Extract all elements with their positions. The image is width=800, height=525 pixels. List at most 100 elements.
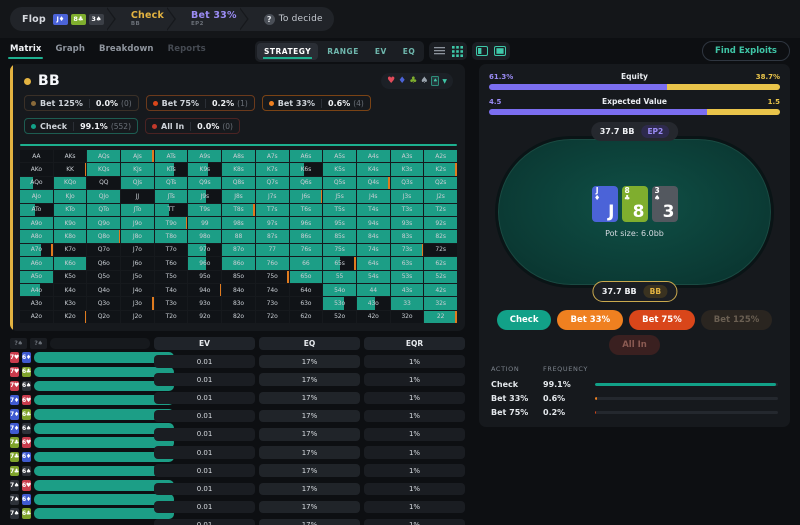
matrix-cell[interactable]: T6o: [154, 257, 188, 270]
matrix-cell[interactable]: AQs: [87, 150, 121, 163]
matrix-cell[interactable]: 75s: [323, 243, 356, 257]
matrix-cell[interactable]: 93o: [188, 297, 222, 310]
matrix-cell[interactable]: 75o: [255, 270, 289, 283]
matrix-cell[interactable]: 54o: [323, 283, 356, 297]
hands-table-row[interactable]: 7♥ 6♣: [10, 365, 174, 378]
find-exploits-button[interactable]: Find Exploits: [702, 41, 790, 61]
matrix-cell[interactable]: K4s: [356, 163, 390, 176]
breadcrumb-street[interactable]: Flop J♦ 8♣ 3♠: [10, 7, 115, 31]
matrix-cell[interactable]: T4s: [356, 203, 390, 216]
matrix-cell[interactable]: 52o: [323, 310, 356, 324]
matrix-cell[interactable]: 64o: [289, 283, 323, 297]
matrix-cell[interactable]: T4o: [154, 283, 188, 297]
matrix-cell[interactable]: AQo: [20, 176, 53, 190]
matrix-cell[interactable]: JTo: [121, 203, 154, 216]
matrix-cell[interactable]: J3o: [121, 297, 154, 310]
matrix-cell[interactable]: 86o: [222, 257, 255, 270]
matrix-cell[interactable]: 42s: [424, 283, 457, 297]
matrix-cell[interactable]: K5s: [323, 163, 356, 176]
matrix-cell[interactable]: 63s: [390, 257, 424, 270]
matrix-cell[interactable]: 83o: [222, 297, 255, 310]
seat-villain[interactable]: 37.7 BB EP2: [590, 122, 679, 141]
tab-breakdown[interactable]: Breakdown: [99, 44, 154, 59]
matrix-cell[interactable]: 95o: [188, 270, 222, 283]
matrix-cell[interactable]: A8s: [222, 150, 255, 163]
matrix-cell[interactable]: 96o: [188, 257, 222, 270]
matrix-cell[interactable]: A6o: [20, 257, 53, 270]
matrix-cell[interactable]: 93s: [390, 216, 424, 230]
matrix-cell[interactable]: 72s: [424, 243, 457, 257]
board-card-2[interactable]: 3 ♠ 3: [651, 186, 678, 222]
matrix-cell[interactable]: T9s: [188, 203, 222, 216]
suit-filter[interactable]: ♥ ♦ ♣ ♠ ♠ ▼: [381, 73, 453, 89]
matrix-cell[interactable]: A2o: [20, 310, 53, 324]
legend-item-bet-33-[interactable]: Bet 33% 0.6% (4): [261, 95, 371, 111]
matrix-cell[interactable]: K7s: [255, 163, 289, 176]
matrix-cell[interactable]: Q5o: [87, 270, 121, 283]
hands-table-row[interactable]: 7♦ 6♣: [10, 408, 174, 421]
matrix-cell[interactable]: 73o: [255, 297, 289, 310]
matrix-cell[interactable]: K5o: [53, 270, 87, 283]
matrix-cell[interactable]: 63o: [289, 297, 323, 310]
hands-table-row[interactable]: 7♣ 6♦: [10, 451, 174, 464]
matrix-cell[interactable]: ATs: [154, 150, 188, 163]
list-view-icon[interactable]: [431, 44, 447, 58]
club-icon[interactable]: ♣: [409, 76, 417, 86]
matrix-cell[interactable]: 84o: [222, 283, 255, 297]
matrix-cell[interactable]: 99: [188, 216, 222, 230]
matrix-cell[interactable]: J7s: [255, 190, 289, 203]
matrix-cell[interactable]: 66: [289, 257, 323, 270]
matrix-cell[interactable]: K9s: [188, 163, 222, 176]
hands-table-row[interactable]: 7♠ 6♥: [10, 479, 174, 492]
matrix-cell[interactable]: J3s: [390, 190, 424, 203]
matrix-cell[interactable]: 73s: [390, 243, 424, 257]
matrix-cell[interactable]: K7o: [53, 243, 87, 257]
matrix-cell[interactable]: K2s: [424, 163, 457, 176]
matrix-cell[interactable]: J5o: [121, 270, 154, 283]
board-card-1[interactable]: 8 ♣ 8: [621, 186, 648, 222]
matrix-cell[interactable]: 22: [424, 310, 457, 324]
matrix-cell[interactable]: T8s: [222, 203, 255, 216]
matrix-cell[interactable]: A9o: [20, 216, 53, 230]
matrix-cell[interactable]: 62o: [289, 310, 323, 324]
matrix-cell[interactable]: A6s: [289, 150, 323, 163]
matrix-cell[interactable]: KJo: [53, 190, 87, 203]
tab-graph[interactable]: Graph: [55, 44, 85, 59]
matrix-cell[interactable]: AKo: [20, 163, 53, 176]
matrix-cell[interactable]: J7o: [121, 243, 154, 257]
matrix-cell[interactable]: AA: [20, 150, 53, 163]
matrix-cell[interactable]: QTs: [154, 176, 188, 190]
matrix-cell[interactable]: 52s: [424, 270, 457, 283]
matrix-cell[interactable]: Q4s: [356, 176, 390, 190]
matrix-cell[interactable]: K6o: [53, 257, 87, 270]
hands-table-row[interactable]: 7♣ 6♥: [10, 436, 174, 449]
matrix-cell[interactable]: 53o: [323, 297, 356, 310]
matrix-cell[interactable]: T5o: [154, 270, 188, 283]
matrix-cell[interactable]: J9s: [188, 190, 222, 203]
matrix-cell[interactable]: J2s: [424, 190, 457, 203]
matrix-cell[interactable]: KTs: [154, 163, 188, 176]
spade-icon[interactable]: ♠: [420, 76, 428, 86]
diamond-icon[interactable]: ♦: [398, 76, 406, 86]
hands-table-row[interactable]: 7♦ 6♠: [10, 422, 174, 435]
matrix-cell[interactable]: Q6o: [87, 257, 121, 270]
matrix-cell[interactable]: TT: [154, 203, 188, 216]
matrix-cell[interactable]: 82s: [424, 230, 457, 243]
matrix-cell[interactable]: AJo: [20, 190, 53, 203]
card-back-icon[interactable]: ♠: [431, 76, 440, 86]
matrix-cell[interactable]: J5s: [323, 190, 356, 203]
matrix-cell[interactable]: A7o: [20, 243, 53, 257]
matrix-cell[interactable]: 64s: [356, 257, 390, 270]
view-mode-strategy[interactable]: STRATEGY: [257, 42, 319, 60]
matrix-cell[interactable]: T8o: [154, 230, 188, 243]
matrix-cell[interactable]: 44: [356, 283, 390, 297]
matrix-cell[interactable]: K8s: [222, 163, 255, 176]
matrix-cell[interactable]: AJs: [121, 150, 154, 163]
matrix-cell[interactable]: 55: [323, 270, 356, 283]
matrix-cell[interactable]: K8o: [53, 230, 87, 243]
matrix-cell[interactable]: 85s: [323, 230, 356, 243]
matrix-cell[interactable]: Q3o: [87, 297, 121, 310]
matrix-cell[interactable]: 65s: [323, 257, 356, 270]
view-mode-range[interactable]: RANGE: [320, 43, 366, 60]
matrix-cell[interactable]: A4o: [20, 283, 53, 297]
